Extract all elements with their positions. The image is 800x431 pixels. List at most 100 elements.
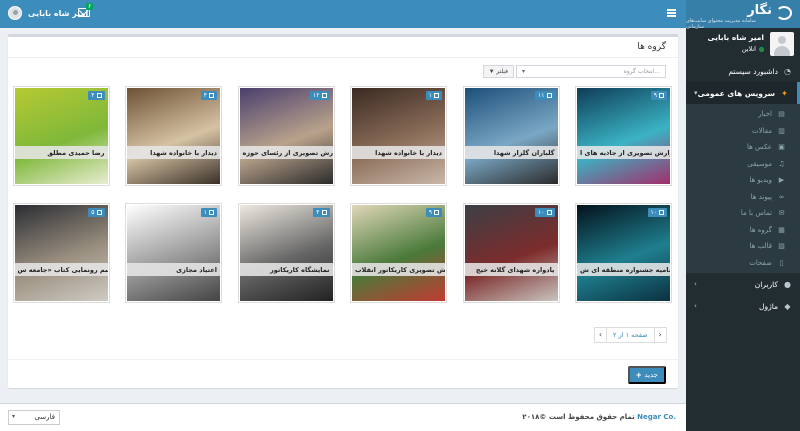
image-count: ۵ [91,209,95,216]
sidebar-item-users[interactable]: ‹ کاربران ● [686,273,800,295]
group-card[interactable]: ۴ دیدار با خانواده شهدا [125,86,222,186]
group-select-placeholder: انتخاب گروه... [623,68,660,75]
image-count-badge: ۱۲ [310,91,330,100]
next-page-button[interactable]: › [653,327,667,343]
group-caption: گلباران گلزار شهدا [464,146,558,159]
chevron-down-icon: ▾ [522,68,526,75]
prev-page-button[interactable]: ‹ [594,327,607,343]
language-select[interactable]: ▾ فارسی [8,410,60,425]
group-card[interactable]: ۵ مراسم رونمایی کتاب «جامعه س... [12,203,110,303]
gallery-icon [96,93,102,98]
image-count: ۱ [203,209,207,216]
image-count-badge: ۱ [200,208,217,217]
gallery-icon [546,210,552,215]
sidebar-subitem[interactable]: تماس با ما ✉ [686,205,800,222]
photo-icon: ▣ [778,143,785,152]
group-select[interactable]: ▾ انتخاب گروه... [516,65,666,78]
group-caption: مراسم رونمایی کتاب «جامعه س... [14,263,108,276]
group-thumbnail: ۱۱ گلباران گلزار شهدا [464,88,558,184]
sidebar-subitem[interactable]: ویدیو ها ▶ [686,172,800,189]
sidebar-subitem[interactable]: گروه ها ▦ [686,222,800,239]
group-card[interactable]: ۴ نمایشگاه کاریکاتور [237,203,335,303]
group-caption: نمایشگاه کاریکاتور [239,263,333,276]
sidebar-item-label: ماژول [759,301,778,311]
group-card[interactable]: ۱۰ یادواره شهدای گلانه خیج [462,203,560,303]
image-count: ۹ [428,209,432,216]
group-caption: دیدار با خانواده شهدا [127,146,220,159]
menu-toggle-icon[interactable] [667,9,676,17]
video-icon: ▶ [778,176,785,185]
logo-mark-icon [776,6,792,20]
chevron-down-icon: ▾ [12,413,16,420]
group-card[interactable]: ۱۱ گلباران گلزار شهدا [462,86,560,186]
user-menu[interactable]: امیر شاه بابایی [8,6,88,20]
gallery-icon [96,210,102,215]
group-card[interactable]: ۹ گزارش تصویری از جاذبه های ا... [575,86,672,186]
gallery-icon [546,93,552,98]
sidebar-subitem-label: اخبار [758,110,772,119]
gallery-icon [209,210,214,215]
sidebar-subitem[interactable]: پیوند ها ∞ [686,189,800,206]
group-card[interactable]: ۱ اعتیاد مجازی [125,203,222,303]
image-count-badge: ۹ [425,208,442,217]
copyright-text: تمام حقوق محفوظ است ©۲۰۱۸ [522,413,635,421]
image-count: ۱۲ [313,92,320,99]
image-count-badge: ۴ [313,208,330,217]
sidebar-subitem-label: مقالات [751,126,772,135]
sidebar-subitem-label: پیوند ها [750,192,772,201]
gallery-icon [434,210,439,215]
sidebar-item-public-services[interactable]: ▾ سرویس های عمومی ✦ [686,82,800,104]
sidebar-subitem[interactable]: قالب ها ▧ [686,238,800,255]
group-card[interactable]: ۹ گزارش تصویری کاریکاتور انقلاب [350,203,447,303]
sidebar-item-label: داشبورد سیستم [728,66,778,76]
group-card[interactable]: ۴ رضا حمیدی مطلق [12,86,110,186]
sidebar-subitem-label: ویدیو ها [749,176,772,185]
sidebar-item-modules[interactable]: ‹ ماژول ◆ [686,295,800,317]
group-card[interactable]: ۱۲ گزارش تصویری از رئسای حوزه... [237,86,335,186]
sidebar-subitem[interactable]: صفحات ▯ [686,255,800,272]
sidebar-subitem[interactable]: موسیقی ♫ [686,156,800,173]
group-thumbnail: ۱۰ اختتامیه جشنواره منطقه ای ش... [577,205,670,301]
image-count-badge: ۱۱ [535,91,555,100]
divider [8,359,678,360]
new-group-button[interactable]: + جدید [628,366,666,384]
sidebar: نگار سامانه مدیریت محتوای سایت‌های سازما… [686,0,800,431]
company-link[interactable]: Negar Co. [637,413,676,421]
sidebar-profile: امیر شاه بابایی انلاین [686,30,800,60]
plus-icon: + [636,370,642,380]
group-thumbnail: ۹ گزارش تصویری کاریکاتور انقلاب [352,205,445,301]
chevron-down-icon: ▾ [694,89,698,97]
sidebar-item-label: سرویس های عمومی [697,88,775,98]
gallery-icon [659,93,664,98]
filter-label: فیلتر [496,69,508,75]
page-indicator[interactable]: صفحه ۱ از ۲ [607,327,654,343]
group-thumbnail: ۴ دیدار با خانواده شهدا [127,88,220,184]
sidebar-subitem[interactable]: عکس ها ▣ [686,139,800,156]
group-card[interactable]: ۱ دیدار با خانواده شهدا [350,86,447,186]
page-icon: ▯ [779,258,784,267]
divider [8,57,678,58]
article-icon: ▥ [778,126,785,135]
sidebar-subitem[interactable]: مقالات ▥ [686,123,800,140]
group-thumbnail: ۵ مراسم رونمایی کتاب «جامعه س... [14,205,108,301]
group-card[interactable]: ۱۰ اختتامیه جشنواره منطقه ای ش... [575,203,672,303]
image-count: ۴ [91,92,95,99]
sidebar-item-dashboard[interactable]: داشبورد سیستم ◔ [686,60,800,82]
sidebar-subitem[interactable]: اخبار ▤ [686,106,800,123]
footer: تمام حقوق محفوظ است ©۲۰۱۸ Negar Co. ▾ فا… [0,403,686,431]
status-dot-icon [759,46,764,52]
logo[interactable]: نگار سامانه مدیریت محتوای سایت‌های سازما… [686,0,800,30]
sidebar-subitem-label: موسیقی [747,159,772,168]
group-caption: یادواره شهدای گلانه خیج [464,263,558,276]
copyright: تمام حقوق محفوظ است ©۲۰۱۸ Negar Co. [522,413,676,421]
new-group-label: جدید [644,372,658,379]
image-count-badge: ۱۰ [535,208,555,217]
mail-count-badge: ۶ [86,3,94,10]
sidebar-subitem-label: عکس ها [746,143,772,152]
group-icon: ▦ [778,225,785,234]
contact-icon: ✉ [778,209,785,218]
sidebar-subitem-label: تماس با ما [740,209,772,218]
music-icon: ♫ [778,159,785,168]
image-count-badge: ۴ [200,91,217,100]
filter-button[interactable]: ▼ فیلتر [482,65,514,78]
